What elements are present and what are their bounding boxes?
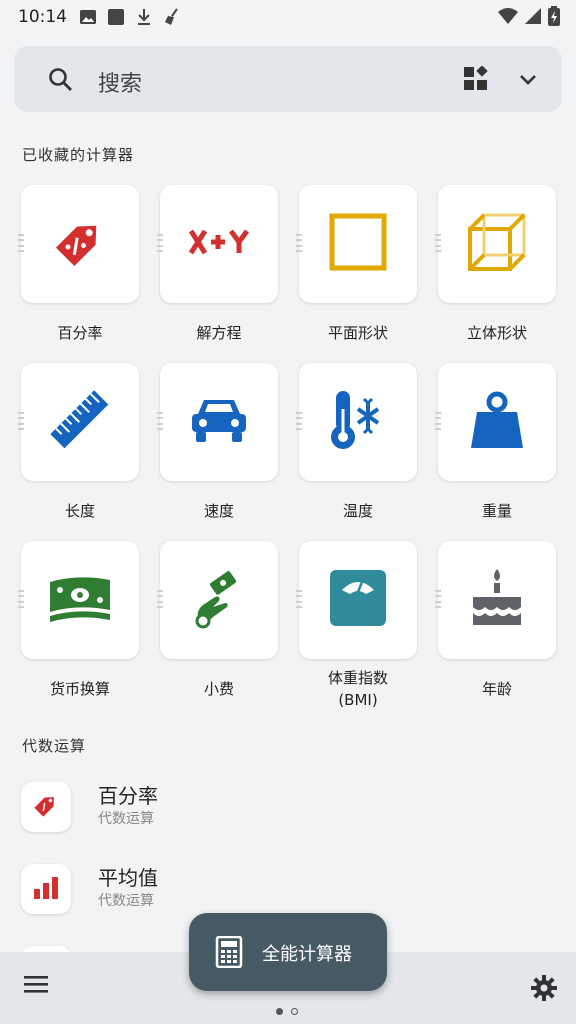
calculator-tile-age[interactable] [435,541,556,659]
tile-label: 货币换算 [49,680,110,698]
drag-handle[interactable] [296,234,302,252]
ruler-icon [47,387,113,457]
page-dot [291,1008,298,1015]
calculator-tile-tip[interactable] [157,541,278,659]
drag-handle[interactable] [435,412,441,430]
calculator-tile-percent[interactable] [18,185,139,303]
car-icon [188,394,250,450]
page-indicator [276,1008,298,1015]
drag-handle[interactable] [157,234,163,252]
tile-label-line1: 体重指数 [327,669,388,687]
calculator-icon [215,935,243,972]
drag-handle[interactable] [157,590,163,608]
list-icon-container [21,782,71,832]
all-in-one-calculator-button[interactable]: 全能计算器 [189,913,387,991]
drag-handle[interactable] [157,412,163,430]
tip-hand-icon [189,567,249,633]
tile-label: 平面形状 [327,324,388,342]
tile-label: 小费 [203,680,234,698]
search-input[interactable]: 搜索 [98,66,142,98]
bar-chart-icon [32,873,60,905]
gear-icon[interactable] [530,974,558,1006]
tile-label-line2: (BMI) [338,691,378,709]
drag-handle[interactable] [296,412,302,430]
list-item-subtitle: 代数运算 [98,893,154,909]
weight-icon [467,390,527,454]
drag-handle[interactable] [18,590,24,608]
tile-label: 百分率 [57,324,103,342]
page-dot-active [276,1008,283,1015]
list-item-percent[interactable]: 百分率 代数运算 [0,776,576,846]
calculator-tile-equation[interactable] [157,185,278,303]
status-time: 10:14 [18,7,67,27]
calculator-tile-currency[interactable] [18,541,139,659]
tile-label: 速度 [203,502,234,520]
list-icon-container [21,864,71,914]
tile-label: 年龄 [481,680,512,698]
square-icon [328,212,388,276]
fab-label: 全能计算器 [262,944,352,965]
tile-label: 解方程 [196,324,242,342]
calculator-tile-speed[interactable] [157,363,278,481]
list-item-subtitle: 代数运算 [98,811,154,827]
tile-label: 立体形状 [466,324,527,342]
favorites-section-title: 已收藏的计算器 [22,146,135,164]
percent-tag-icon [49,211,111,277]
search-icon[interactable] [48,67,74,97]
list-item-title: 百分率 [98,784,158,808]
signal-icon [524,7,542,29]
x-plus-y-icon [187,222,251,266]
scale-icon [328,568,388,632]
menu-icon[interactable] [24,974,48,998]
tile-label: 体重指数 (BMI) [288,667,428,711]
calculator-tile-length[interactable] [18,363,139,481]
chevron-down-icon[interactable] [517,68,539,94]
drag-handle[interactable] [435,234,441,252]
broom-icon [163,8,181,26]
list-item-title: 平均值 [98,866,158,890]
thermometer-icon [328,389,388,455]
percent-tag-icon [31,790,61,824]
tile-label: 重量 [481,502,512,520]
widgets-icon[interactable] [463,65,489,96]
calculator-tile-solid-shape[interactable] [435,185,556,303]
calculator-tile-temperature[interactable] [296,363,417,481]
download-icon [135,8,153,26]
calculator-tile-plane-shape[interactable] [296,185,417,303]
image-icon [79,8,97,26]
wifi-icon [498,7,518,29]
tile-label: 温度 [342,502,373,520]
drag-handle[interactable] [296,590,302,608]
cake-icon [469,567,525,633]
money-icon [48,570,112,630]
drag-handle[interactable] [18,234,24,252]
drag-handle[interactable] [435,590,441,608]
search-bar[interactable]: 搜索 [14,46,562,112]
calculator-tile-weight[interactable] [435,363,556,481]
calculator-tile-bmi[interactable] [296,541,417,659]
algebra-section-title: 代数运算 [22,737,87,755]
tile-label: 长度 [64,502,95,520]
battery-icon [548,6,560,30]
cube-icon [466,211,528,277]
status-bar: 10:14 [0,0,576,34]
app-square-icon [107,8,125,26]
drag-handle[interactable] [18,412,24,430]
